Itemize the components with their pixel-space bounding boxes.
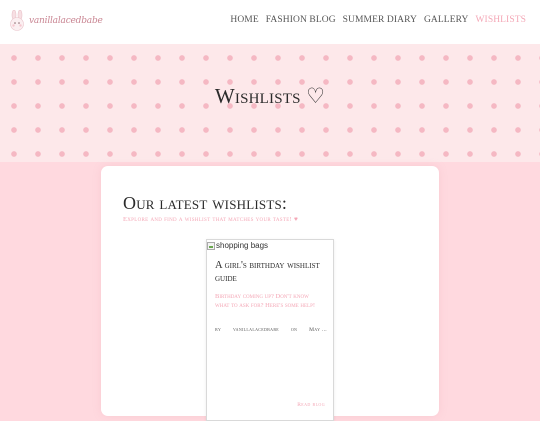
nav-home[interactable]: HOME (230, 15, 258, 25)
nav-wishlists[interactable]: WISHLISTS (475, 15, 526, 25)
site-logo[interactable]: vanillalacedbabe (8, 8, 103, 34)
meta-date: May ... (309, 327, 327, 333)
post-image[interactable]: shopping bags (207, 241, 268, 250)
hero-banner: Wishlists ♡ (0, 44, 540, 162)
nav-summer-diary[interactable]: SUMMER DIARY (343, 15, 417, 25)
section-title: Our latest wishlists: (123, 193, 288, 213)
page-title: Wishlists ♡ (214, 84, 326, 108)
top-navigation-bar: vanillalacedbabe HOME FASHION BLOG SUMME… (0, 0, 540, 44)
post-title[interactable]: A girl's birthday wishlist guide (215, 260, 327, 285)
post-image-alt-text: shopping bags (216, 241, 269, 250)
nav-fashion-blog[interactable]: FASHION BLOG (266, 15, 336, 25)
content-card: Our latest wishlists: Explore and find a… (101, 166, 439, 421)
nav-gallery[interactable]: GALLERY (424, 15, 469, 25)
meta-by: by (215, 327, 222, 333)
wishlist-post-card[interactable]: shopping bags A girl's birthday wishlist… (206, 239, 334, 421)
read-blog-link[interactable]: Read blog (297, 402, 325, 408)
meta-author[interactable]: vanillalacedbabe (233, 327, 279, 333)
bunny-logo-icon (8, 9, 26, 32)
logo-text: vanillalacedbabe (29, 16, 103, 26)
post-excerpt: Birthday coming up? Don't know what to a… (215, 293, 316, 309)
main-nav: HOME FASHION BLOG SUMMER DIARY GALLERY W… (230, 15, 526, 25)
meta-on: on (290, 327, 298, 333)
section-subtitle: Explore and find a wishlist that matches… (123, 216, 299, 223)
broken-image-icon (207, 241, 215, 250)
post-meta: by vanillalacedbabe on May ... (215, 327, 327, 333)
